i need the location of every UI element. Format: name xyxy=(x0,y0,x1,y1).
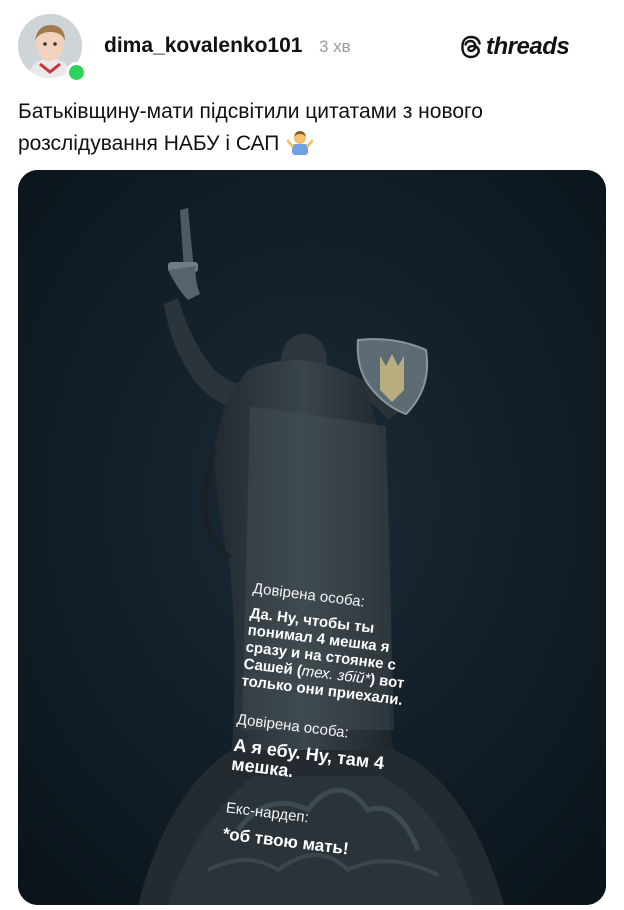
projected-quotes: Довірена особа: Да. Ну, чтобы ты понимал… xyxy=(222,580,423,865)
threads-logo: threads xyxy=(460,33,570,61)
post-caption: Батьківщину-мати підсвітили цитатами з н… xyxy=(18,96,608,160)
online-status-indicator xyxy=(66,62,87,83)
post-caption-text: Батьківщину-мати підсвітили цитатами з н… xyxy=(18,100,483,155)
username[interactable]: dima_kovalenko101 xyxy=(104,34,302,58)
threads-wordmark: threads xyxy=(486,33,570,60)
post-image[interactable]: Довірена особа: Да. Ну, чтобы ты понимал… xyxy=(18,170,606,905)
post-time: 3 хв xyxy=(319,37,351,56)
threads-icon xyxy=(461,35,481,59)
quote-text: Да. Ну, чтобы ты понимал 4 мешка я сразу… xyxy=(241,605,420,710)
person-shrugging-emoji xyxy=(287,131,314,155)
post-header: dima_kovalenko101 3 хв threads xyxy=(0,0,624,90)
